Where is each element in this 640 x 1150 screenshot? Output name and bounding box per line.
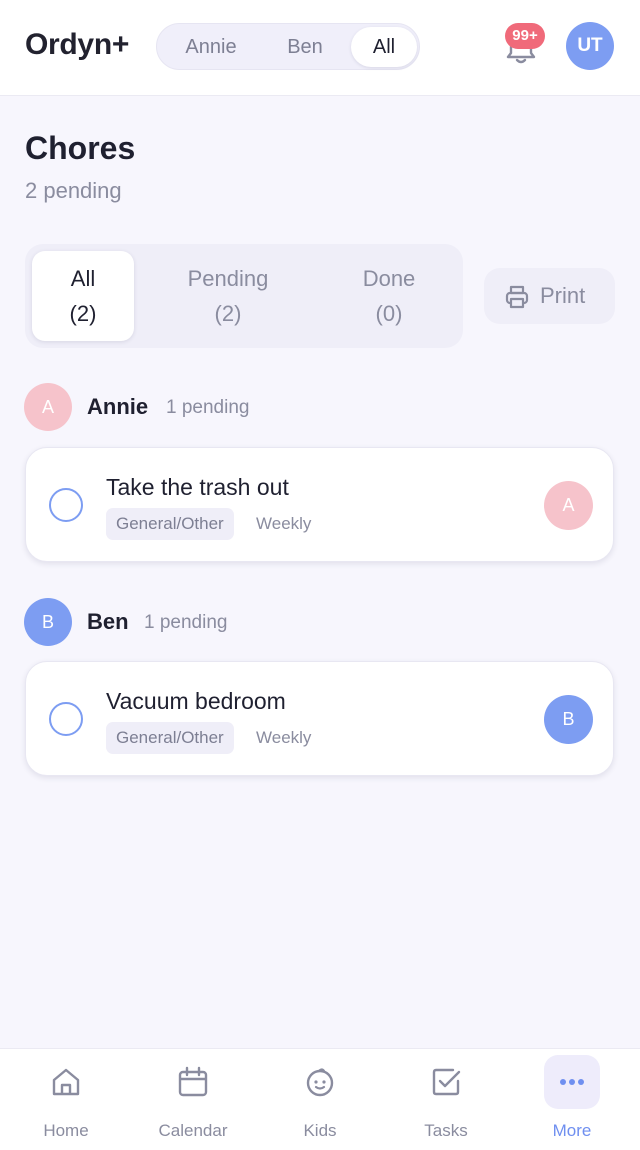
nav-kids[interactable]: Kids [256, 1049, 384, 1150]
filter-tabs: All (2) Pending (2) Done (0) [25, 244, 463, 348]
app-header: Ordyn+ Annie Ben All 99+ UT [0, 0, 640, 96]
tab-done-count: (0) [375, 301, 403, 326]
chore-assignee-avatar: A [544, 481, 593, 530]
nav-label-tasks: Tasks [424, 1121, 468, 1140]
calendar-icon [178, 1066, 208, 1097]
tab-pending-label: Pending [187, 266, 269, 291]
nav-home[interactable]: Home [2, 1049, 130, 1150]
group-name-ben: Ben [87, 609, 129, 634]
person-option-annie[interactable]: Annie [167, 27, 255, 67]
person-option-ben[interactable]: Ben [261, 27, 349, 67]
tab-done[interactable]: Done (0) [337, 251, 441, 341]
group-count-annie: 1 pending [166, 397, 250, 418]
nav-tasks[interactable]: Tasks [382, 1049, 510, 1150]
chore-card[interactable]: Vacuum bedroom General/Other Weekly B [25, 661, 614, 776]
group-count-ben: 1 pending [144, 612, 228, 633]
tab-all-count: (2) [69, 301, 97, 326]
group-avatar-ben: B [24, 598, 72, 646]
person-switch: Annie Ben All [156, 23, 420, 70]
nav-label-calendar: Calendar [158, 1121, 228, 1140]
more-icon [560, 1079, 584, 1085]
chore-checkbox[interactable] [49, 702, 83, 736]
user-avatar[interactable]: UT [566, 22, 614, 70]
bottom-nav: Home Calendar Kids Tasks More [0, 1048, 640, 1150]
print-button[interactable]: Print [484, 268, 615, 324]
kids-icon [306, 1068, 334, 1097]
nav-more[interactable]: More [508, 1049, 636, 1150]
tab-done-label: Done [362, 266, 416, 291]
person-option-all[interactable]: All [351, 27, 417, 67]
page-subtitle: 2 pending [25, 178, 122, 203]
chore-category-tag: General/Other [106, 508, 234, 540]
app-logo: Ordyn+ [25, 28, 130, 61]
nav-label-kids: Kids [303, 1121, 337, 1140]
tab-pending-count: (2) [214, 301, 242, 326]
notification-badge: 99+ [505, 23, 545, 49]
print-label: Print [540, 283, 586, 308]
tab-all-label: All [70, 266, 96, 291]
nav-label-home: Home [43, 1121, 89, 1140]
chore-frequency: Weekly [256, 514, 312, 533]
chore-title: Vacuum bedroom [106, 688, 286, 714]
group-avatar-annie: A [24, 383, 72, 431]
chore-category-tag: General/Other [106, 722, 234, 754]
nav-label-more: More [552, 1121, 592, 1140]
chore-title: Take the trash out [106, 474, 289, 500]
tasks-icon [432, 1068, 461, 1096]
chore-frequency: Weekly [256, 728, 312, 747]
tab-all[interactable]: All (2) [32, 251, 134, 341]
chore-card[interactable]: Take the trash out General/Other Weekly … [25, 447, 614, 562]
tab-pending[interactable]: Pending (2) [165, 251, 291, 341]
page-title: Chores [25, 130, 136, 166]
nav-calendar[interactable]: Calendar [129, 1049, 257, 1150]
group-name-annie: Annie [87, 394, 149, 419]
chore-checkbox[interactable] [49, 488, 83, 522]
home-icon [52, 1068, 80, 1096]
chore-assignee-avatar: B [544, 695, 593, 744]
printer-icon [505, 285, 529, 309]
